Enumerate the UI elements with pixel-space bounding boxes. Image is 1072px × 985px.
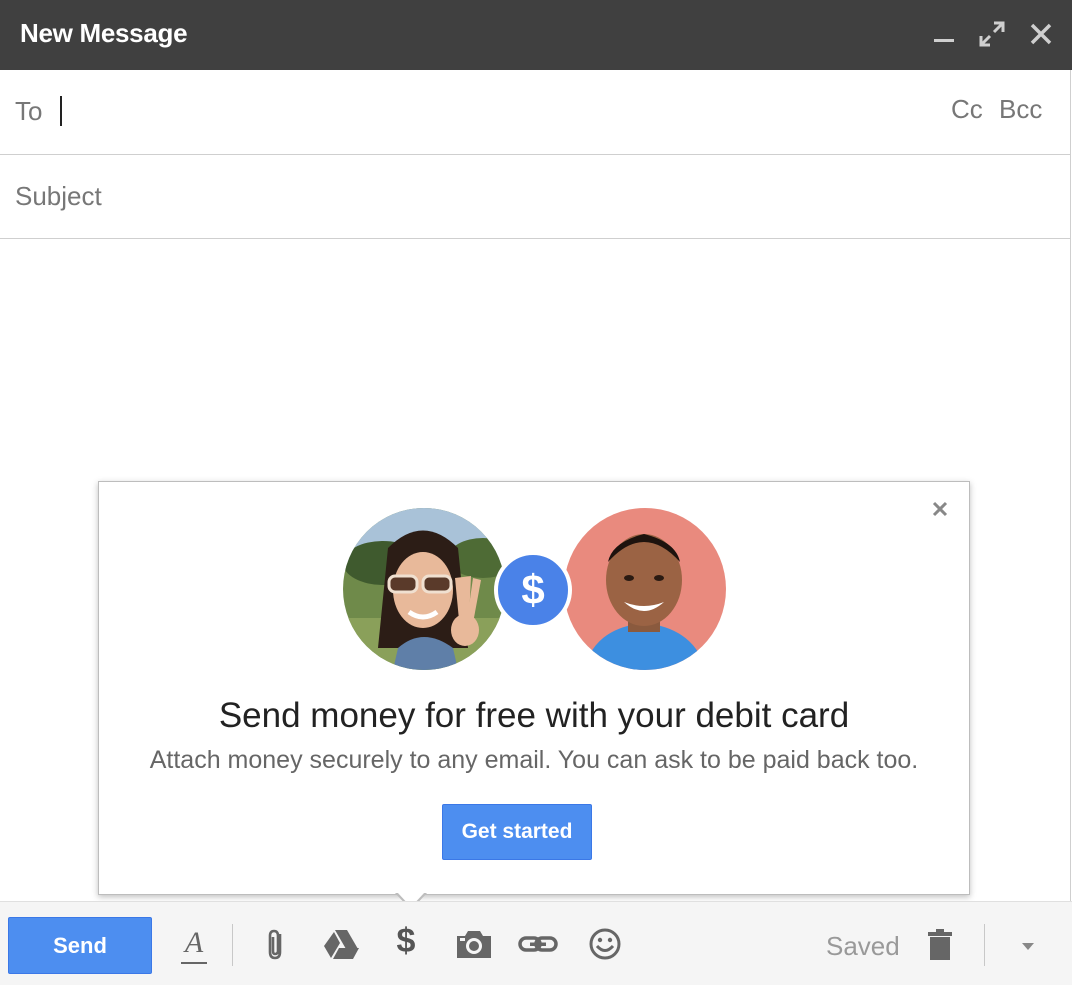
bcc-link[interactable]: Bcc: [999, 94, 1042, 125]
to-label: To: [15, 96, 43, 126]
cc-link[interactable]: Cc: [951, 94, 983, 125]
formatting-icon[interactable]: A: [181, 926, 207, 966]
toolbar-divider: [232, 924, 233, 966]
send-button[interactable]: Send: [8, 917, 152, 974]
compose-toolbar: Send A $ Saved: [0, 901, 1072, 985]
text-cursor: [60, 96, 62, 126]
to-field[interactable]: To: [0, 70, 1071, 155]
sender-avatar: [343, 508, 505, 670]
attach-icon[interactable]: [256, 924, 296, 964]
subject-placeholder: Subject: [15, 181, 102, 211]
recipient-avatar: [564, 508, 726, 670]
subject-field[interactable]: Subject: [0, 155, 1071, 239]
window-title: New Message: [20, 18, 188, 48]
compose-window: New Message To Cc Bcc Subject $ Send mon…: [0, 0, 1072, 985]
formatting-label: A: [184, 926, 204, 959]
compose-titlebar[interactable]: New Message: [0, 0, 1072, 70]
formatting-underline: [181, 962, 207, 964]
link-icon[interactable]: [518, 924, 558, 964]
promo-close-icon[interactable]: [929, 498, 951, 520]
expand-icon[interactable]: [977, 19, 1007, 49]
send-money-promo: $ Send money for free with your debit ca…: [98, 481, 970, 895]
promo-heading: Send money for free with your debit card: [218, 696, 850, 735]
drive-icon[interactable]: [321, 924, 361, 964]
trash-icon[interactable]: [920, 924, 960, 964]
money-icon[interactable]: $: [392, 922, 420, 966]
money-badge: $: [494, 551, 572, 629]
close-icon[interactable]: [1026, 19, 1056, 49]
promo-subtext: Attach money securely to any email. You …: [149, 746, 919, 774]
saved-status: Saved: [826, 931, 900, 961]
toolbar-divider-right: [984, 924, 985, 966]
photo-icon[interactable]: [454, 924, 494, 964]
get-started-button[interactable]: Get started: [442, 804, 592, 860]
minimize-icon[interactable]: [928, 19, 958, 49]
emoji-icon[interactable]: [585, 924, 625, 964]
more-options-icon[interactable]: [1008, 924, 1048, 964]
